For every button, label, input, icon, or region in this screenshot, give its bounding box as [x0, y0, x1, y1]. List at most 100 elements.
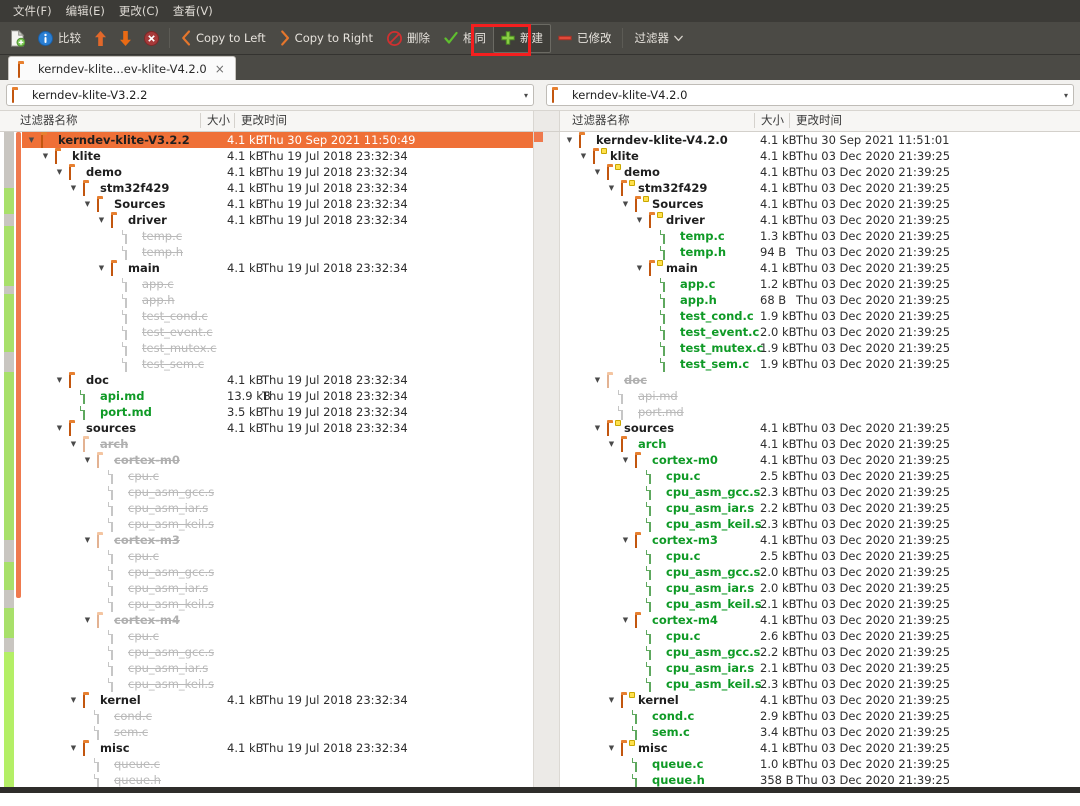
tree-expander-icon[interactable]: ▼ [82, 532, 93, 548]
tree-expander-icon[interactable]: ▼ [634, 260, 645, 276]
show-same-button[interactable]: 相同 [437, 25, 493, 52]
tree-expander-icon[interactable]: ▼ [96, 260, 107, 276]
next-diff-button[interactable] [113, 25, 138, 52]
tree-row[interactable]: ▼ cpu.c [22, 468, 533, 484]
tree-expander-icon[interactable]: ▼ [26, 132, 37, 148]
tree-row[interactable]: ▼ cond.c [22, 708, 533, 724]
tree-row[interactable]: ▼ misc 4.1 kB Thu 03 Dec 2020 21:39:25 [560, 740, 1079, 756]
tree-row[interactable]: ▼ cpu_asm_gcc.s [22, 644, 533, 660]
menu-item-file[interactable]: 文件(F) [6, 1, 59, 21]
tree-row[interactable]: ▼ kernel 4.1 kB Thu 19 Jul 2018 23:32:34 [22, 692, 533, 708]
tree-row[interactable]: ▼ cpu_asm_iar.s 2.2 kBThu 03 Dec 2020 21:3… [560, 500, 1079, 516]
diff-minimap[interactable] [4, 132, 14, 787]
tree-row[interactable]: ▼ cpu_asm_gcc.s [22, 564, 533, 580]
previous-diff-button[interactable] [88, 25, 113, 52]
tree-row[interactable]: ▼ kerndev-klite-V4.2.0 4.1 kB Thu 30 Sep 20… [560, 132, 1079, 148]
tree-row[interactable]: ▼ cond.c 2.9 kBThu 03 Dec 2020 21:39:25 [560, 708, 1079, 724]
tree-row[interactable]: ▼ cpu.c [22, 628, 533, 644]
tree-row[interactable]: ▼ cpu_asm_keil.s2.3 kBThu 03 Dec 2020 21:… [560, 676, 1079, 692]
tree-row[interactable]: ▼ test_sem.c [22, 356, 533, 372]
tree-expander-icon[interactable]: ▼ [68, 740, 79, 756]
left-header-name[interactable]: 过滤器名称 [14, 111, 205, 130]
tree-row[interactable]: ▼ arch 4.1 kB Thu 03 Dec 2020 21:39:25 [560, 436, 1079, 452]
right-folder-combo[interactable]: kerndev-klite-V4.2.0 ▾ [546, 84, 1074, 106]
menu-item-view[interactable]: 查看(V) [166, 1, 220, 21]
right-header-name[interactable]: 过滤器名称 [566, 111, 756, 130]
tree-row[interactable]: ▼ cpu.c 2.6 kBThu 03 Dec 2020 21:39:25 [560, 628, 1079, 644]
tab-close-icon[interactable]: × [214, 62, 226, 76]
tree-row[interactable]: ▼ cortex-m0 4.1 kB Thu 03 Dec 2020 21:39:25 [560, 452, 1079, 468]
tree-row[interactable]: ▼ doc 4.1 kB Thu 19 Jul 2018 23:32:34 [22, 372, 533, 388]
copy-to-left-button[interactable]: Copy to Left [174, 25, 273, 52]
tree-row[interactable]: ▼ driver 4.1 kB Thu 03 Dec 2020 21:39:25 [560, 212, 1079, 228]
delete-button[interactable]: 删除 [380, 25, 437, 52]
tree-expander-icon[interactable]: ▼ [634, 212, 645, 228]
tree-row[interactable]: ▼ app.h [22, 292, 533, 308]
tree-expander-icon[interactable]: ▼ [620, 452, 631, 468]
right-header-date[interactable]: 更改时间 [790, 111, 842, 130]
tree-row[interactable]: ▼ temp.h 94 B Thu 03 Dec 2020 21:39:25 [560, 244, 1079, 260]
tree-row[interactable]: ▼ kernel 4.1 kB Thu 03 Dec 2020 21:39:25 [560, 692, 1079, 708]
tree-expander-icon[interactable]: ▼ [606, 740, 617, 756]
tree-row[interactable]: ▼ temp.h [22, 244, 533, 260]
tree-expander-icon[interactable]: ▼ [82, 612, 93, 628]
tree-expander-icon[interactable]: ▼ [40, 148, 51, 164]
tree-row[interactable]: ▼ demo 4.1 kB Thu 03 Dec 2020 21:39:25 [560, 164, 1079, 180]
tree-row[interactable]: ▼ test_sem.c 1.9 kBThu 03 Dec 2020 21:39:2… [560, 356, 1079, 372]
tree-expander-icon[interactable]: ▼ [620, 612, 631, 628]
tree-expander-icon[interactable]: ▼ [606, 692, 617, 708]
tree-row[interactable]: ▼ misc 4.1 kB Thu 19 Jul 2018 23:32:34 [22, 740, 533, 756]
tree-row[interactable]: ▼ cpu.c 2.5 kBThu 03 Dec 2020 21:39:25 [560, 468, 1079, 484]
tree-row[interactable]: ▼ test_mutex.c [22, 340, 533, 356]
chevron-down-icon[interactable]: ▾ [1060, 91, 1068, 100]
left-header-size[interactable]: 大小 [201, 111, 234, 130]
new-file-button[interactable] [4, 25, 31, 52]
tree-row[interactable]: ▼ port.md [560, 404, 1079, 420]
tree-row[interactable]: ▼ cpu_asm_iar.s 2.1 kBThu 03 Dec 2020 21:3… [560, 660, 1079, 676]
tab-comparison[interactable]: kerndev-klite...ev-klite-V4.2.0 × [8, 56, 236, 80]
scrollbar-thumb[interactable] [16, 132, 21, 598]
tree-expander-icon[interactable]: ▼ [606, 180, 617, 196]
tree-row[interactable]: ▼ sem.c [22, 724, 533, 740]
tree-row[interactable]: ▼ sources 4.1 kB Thu 03 Dec 2020 21:39:25 [560, 420, 1079, 436]
tree-row[interactable]: ▼ arch [22, 436, 533, 452]
tree-row[interactable]: ▼ cpu_asm_gcc.s2.3 kBThu 03 Dec 2020 21:3… [560, 484, 1079, 500]
right-file-tree[interactable]: ▼ kerndev-klite-V4.2.0 4.1 kB Thu 30 Sep 20… [560, 132, 1079, 787]
tree-expander-icon[interactable]: ▼ [68, 436, 79, 452]
tree-row[interactable]: ▼ cpu_asm_keil.s2.1 kBThu 03 Dec 2020 21:… [560, 596, 1079, 612]
tree-row[interactable]: ▼ cpu_asm_gcc.s2.0 kBThu 03 Dec 2020 21:3… [560, 564, 1079, 580]
chevron-down-icon[interactable]: ▾ [520, 91, 528, 100]
tree-row[interactable]: ▼ test_cond.c [22, 308, 533, 324]
compare-button[interactable]: 比较 [31, 25, 88, 52]
tree-row[interactable]: ▼ queue.c 1.0 kBThu 03 Dec 2020 21:39:25 [560, 756, 1079, 772]
tree-row[interactable]: ▼ cpu_asm_gcc.s2.2 kBThu 03 Dec 2020 21:3… [560, 644, 1079, 660]
tree-row[interactable]: ▼ Sources 4.1 kB Thu 19 Jul 2018 23:32:34 [22, 196, 533, 212]
show-new-button[interactable]: 新建 [492, 23, 551, 53]
tree-row[interactable]: ▼ cpu_asm_iar.s [22, 660, 533, 676]
tree-expander-icon[interactable]: ▼ [564, 132, 575, 148]
tree-row[interactable]: ▼ cpu_asm_keil.s [22, 596, 533, 612]
tree-expander-icon[interactable]: ▼ [82, 196, 93, 212]
tree-expander-icon[interactable]: ▼ [592, 372, 603, 388]
tree-row[interactable]: ▼ driver 4.1 kB Thu 19 Jul 2018 23:32:34 [22, 212, 533, 228]
tree-expander-icon[interactable]: ▼ [54, 372, 65, 388]
tree-row[interactable]: ▼ cpu_asm_iar.s 2.0 kBThu 03 Dec 2020 21:3… [560, 580, 1079, 596]
tree-expander-icon[interactable]: ▼ [620, 532, 631, 548]
menu-item-change[interactable]: 更改(C) [112, 1, 166, 21]
tree-expander-icon[interactable]: ▼ [54, 420, 65, 436]
tree-expander-icon[interactable]: ▼ [68, 692, 79, 708]
tree-expander-icon[interactable]: ▼ [96, 212, 107, 228]
tree-row[interactable]: ▼api.md13.9 kBThu 19 Jul 2018 23:32:34 [22, 388, 533, 404]
tree-row[interactable]: ▼ cortex-m3 [22, 532, 533, 548]
tree-expander-icon[interactable]: ▼ [578, 148, 589, 164]
tree-row[interactable]: ▼ klite 4.1 kB Thu 19 Jul 2018 23:32:34 [22, 148, 533, 164]
tree-row[interactable]: ▼ test_event.c [22, 324, 533, 340]
tree-row[interactable]: ▼ Sources 4.1 kB Thu 03 Dec 2020 21:39:25 [560, 196, 1079, 212]
tree-row[interactable]: ▼ sem.c 3.4 kBThu 03 Dec 2020 21:39:25 [560, 724, 1079, 740]
tree-row[interactable]: ▼ main 4.1 kB Thu 03 Dec 2020 21:39:25 [560, 260, 1079, 276]
tree-row[interactable]: ▼ cpu.c [22, 548, 533, 564]
tree-row[interactable]: ▼ app.c [22, 276, 533, 292]
tree-row[interactable]: ▼ queue.h 358 BThu 03 Dec 2020 21:39:25 [560, 772, 1079, 787]
tree-row[interactable]: ▼ sources 4.1 kB Thu 19 Jul 2018 23:32:34 [22, 420, 533, 436]
tree-row[interactable]: ▼ cortex-m4 4.1 kB Thu 03 Dec 2020 21:39:25 [560, 612, 1079, 628]
